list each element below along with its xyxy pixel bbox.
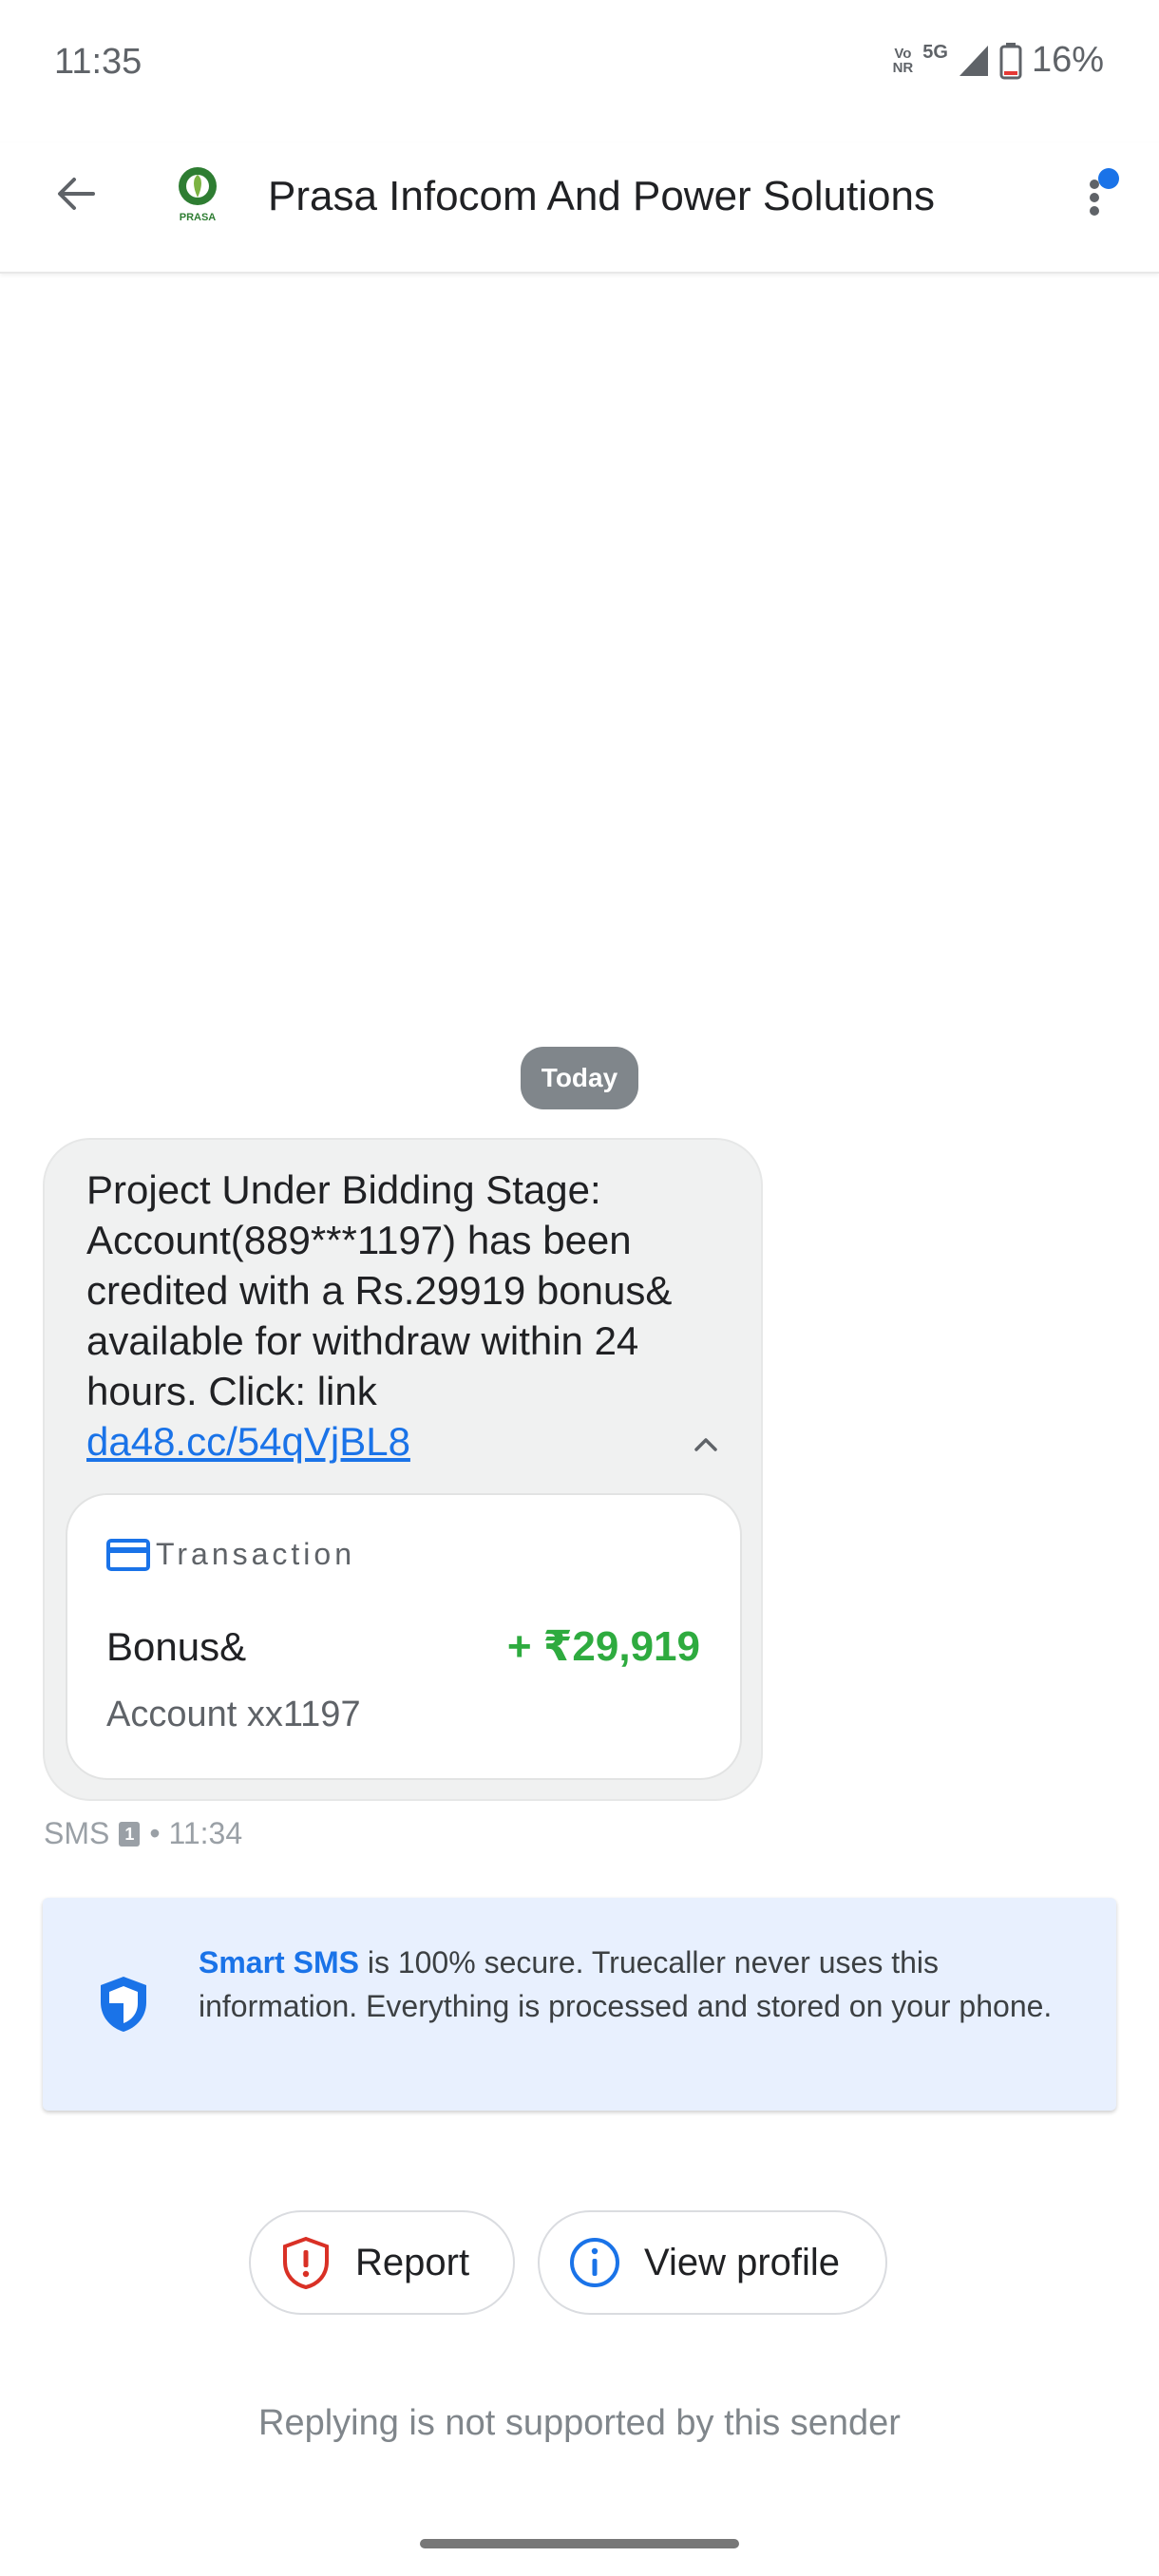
date-chip: Today <box>521 1047 638 1109</box>
volte-indicator: Vo NR <box>892 45 914 76</box>
message-link[interactable]: da48.cc/54qVjBL8 <box>86 1419 410 1464</box>
status-icons: Vo NR 5G 16% <box>893 40 1104 81</box>
message-time: • 11:34 <box>149 1816 243 1850</box>
back-button[interactable] <box>46 163 106 224</box>
network-type: 5G <box>922 42 948 63</box>
view-profile-label: View profile <box>644 2241 841 2283</box>
signal-icon <box>959 45 988 76</box>
sender-avatar[interactable]: PRASA <box>171 163 224 224</box>
home-indicator[interactable] <box>420 2539 739 2548</box>
report-button[interactable]: Report <box>249 2210 515 2315</box>
sim-icon: 1 <box>119 1821 141 1847</box>
report-label: Report <box>355 2241 470 2283</box>
transaction-amount: + ₹29,919 <box>506 1623 700 1670</box>
reply-not-supported-note: Replying is not supported by this sender <box>258 2403 901 2443</box>
message-meta: SMS 1 • 11:34 <box>44 1816 242 1851</box>
collapse-button[interactable] <box>684 1423 728 1467</box>
status-time: 11:35 <box>54 42 142 82</box>
more-options-button[interactable] <box>1072 163 1129 224</box>
transaction-account: Account xx1197 <box>106 1695 361 1734</box>
sender-name[interactable]: Prasa Infocom And Power Solutions <box>268 173 935 220</box>
battery-icon <box>999 42 1022 79</box>
report-shield-icon <box>283 2236 329 2289</box>
view-profile-button[interactable]: View profile <box>538 2210 887 2315</box>
prasa-logo-icon: PRASA <box>179 167 217 223</box>
credit-card-icon <box>106 1539 150 1571</box>
message-text: Project Under Bidding Stage: Account(889… <box>86 1165 713 1467</box>
info-icon <box>570 2238 619 2287</box>
message-type: SMS <box>44 1816 110 1850</box>
battery-percent: 16% <box>1031 40 1104 80</box>
back-arrow-icon <box>58 178 95 210</box>
transaction-title: Transaction <box>156 1537 355 1571</box>
smart-sms-label: Smart SMS <box>199 1945 359 1979</box>
chevron-up-icon <box>694 1438 717 1451</box>
transaction-name: Bonus& <box>106 1624 247 1669</box>
more-options-icon <box>1090 168 1119 216</box>
shield-icon <box>101 1977 146 2032</box>
info-text: Smart SMS is 100% secure. Truecaller nev… <box>199 1941 1054 2028</box>
message-body: Project Under Bidding Stage: Account(889… <box>86 1167 673 1413</box>
svg-text:PRASA: PRASA <box>180 212 217 223</box>
